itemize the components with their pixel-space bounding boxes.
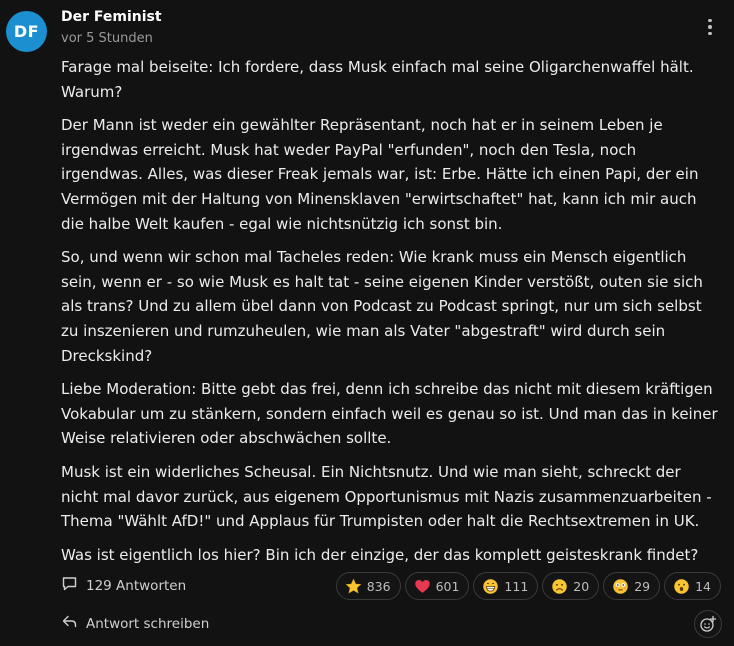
add-reaction-button[interactable] bbox=[694, 610, 722, 638]
reaction-heart[interactable]: 601 bbox=[404, 572, 470, 600]
frowning-face-icon bbox=[552, 578, 568, 594]
reaction-surprised[interactable]: 14 bbox=[664, 572, 721, 600]
comment-body: Farage mal beiseite: Ich fordere, dass M… bbox=[61, 55, 721, 576]
reaction-count: 14 bbox=[695, 578, 711, 594]
write-reply-label: Antwort schreiben bbox=[86, 615, 210, 632]
paragraph: Farage mal beiseite: Ich fordere, dass M… bbox=[61, 58, 694, 101]
dot bbox=[708, 25, 712, 29]
reply-arrow-icon bbox=[61, 613, 78, 634]
replies-count-label: 129 Antworten bbox=[86, 577, 187, 594]
reaction-count: 111 bbox=[504, 578, 529, 594]
paragraph: Liebe Moderation: Bitte gebt das frei, d… bbox=[61, 380, 718, 448]
write-reply-button[interactable]: Antwort schreiben bbox=[61, 613, 209, 634]
reaction-count: 601 bbox=[435, 578, 460, 594]
paragraph: Was ist eigentlich los hier? Bin ich der… bbox=[61, 545, 699, 564]
timestamp: vor 5 Stunden bbox=[61, 31, 153, 46]
add-emoji-icon bbox=[700, 615, 717, 632]
star-icon bbox=[345, 578, 362, 593]
paragraph: Musk ist ein widerliches Scheusal. Ein N… bbox=[61, 462, 712, 531]
reaction-count: 20 bbox=[573, 578, 590, 594]
replies-button[interactable]: 129 Antworten bbox=[61, 575, 186, 596]
dot bbox=[708, 31, 712, 36]
reaction-grin[interactable]: 111 bbox=[473, 572, 539, 600]
paragraph: Der Mann ist weder ein gewählter Repräse… bbox=[61, 116, 699, 233]
avatar-initials: DF bbox=[13, 22, 40, 41]
reaction-count: 29 bbox=[634, 578, 651, 594]
paragraph: So, und wenn wir schon mal Tacheles rede… bbox=[61, 248, 703, 365]
grinning-face-icon bbox=[483, 578, 499, 594]
speech-bubble-icon bbox=[61, 575, 78, 596]
reaction-flushed[interactable]: 29 bbox=[603, 572, 661, 600]
heart-icon bbox=[414, 579, 430, 593]
reaction-bar: 836 601 111 20 29 14 bbox=[335, 572, 721, 600]
reaction-frown[interactable]: 20 bbox=[542, 572, 600, 600]
author-name[interactable]: Der Feminist bbox=[61, 9, 162, 25]
flushed-face-icon bbox=[613, 578, 628, 594]
reaction-star[interactable]: 836 bbox=[335, 572, 401, 600]
more-options-icon[interactable] bbox=[700, 14, 720, 40]
surprised-face-icon bbox=[674, 578, 689, 594]
avatar[interactable]: DF bbox=[6, 11, 47, 52]
comment-card: DF Der Feminist vor 5 Stunden Farage mal… bbox=[0, 0, 734, 646]
comment-actions: 129 Antworten 836 601 111 20 29 14 bbox=[61, 572, 721, 602]
dot bbox=[708, 18, 712, 23]
reaction-count: 836 bbox=[366, 578, 391, 594]
